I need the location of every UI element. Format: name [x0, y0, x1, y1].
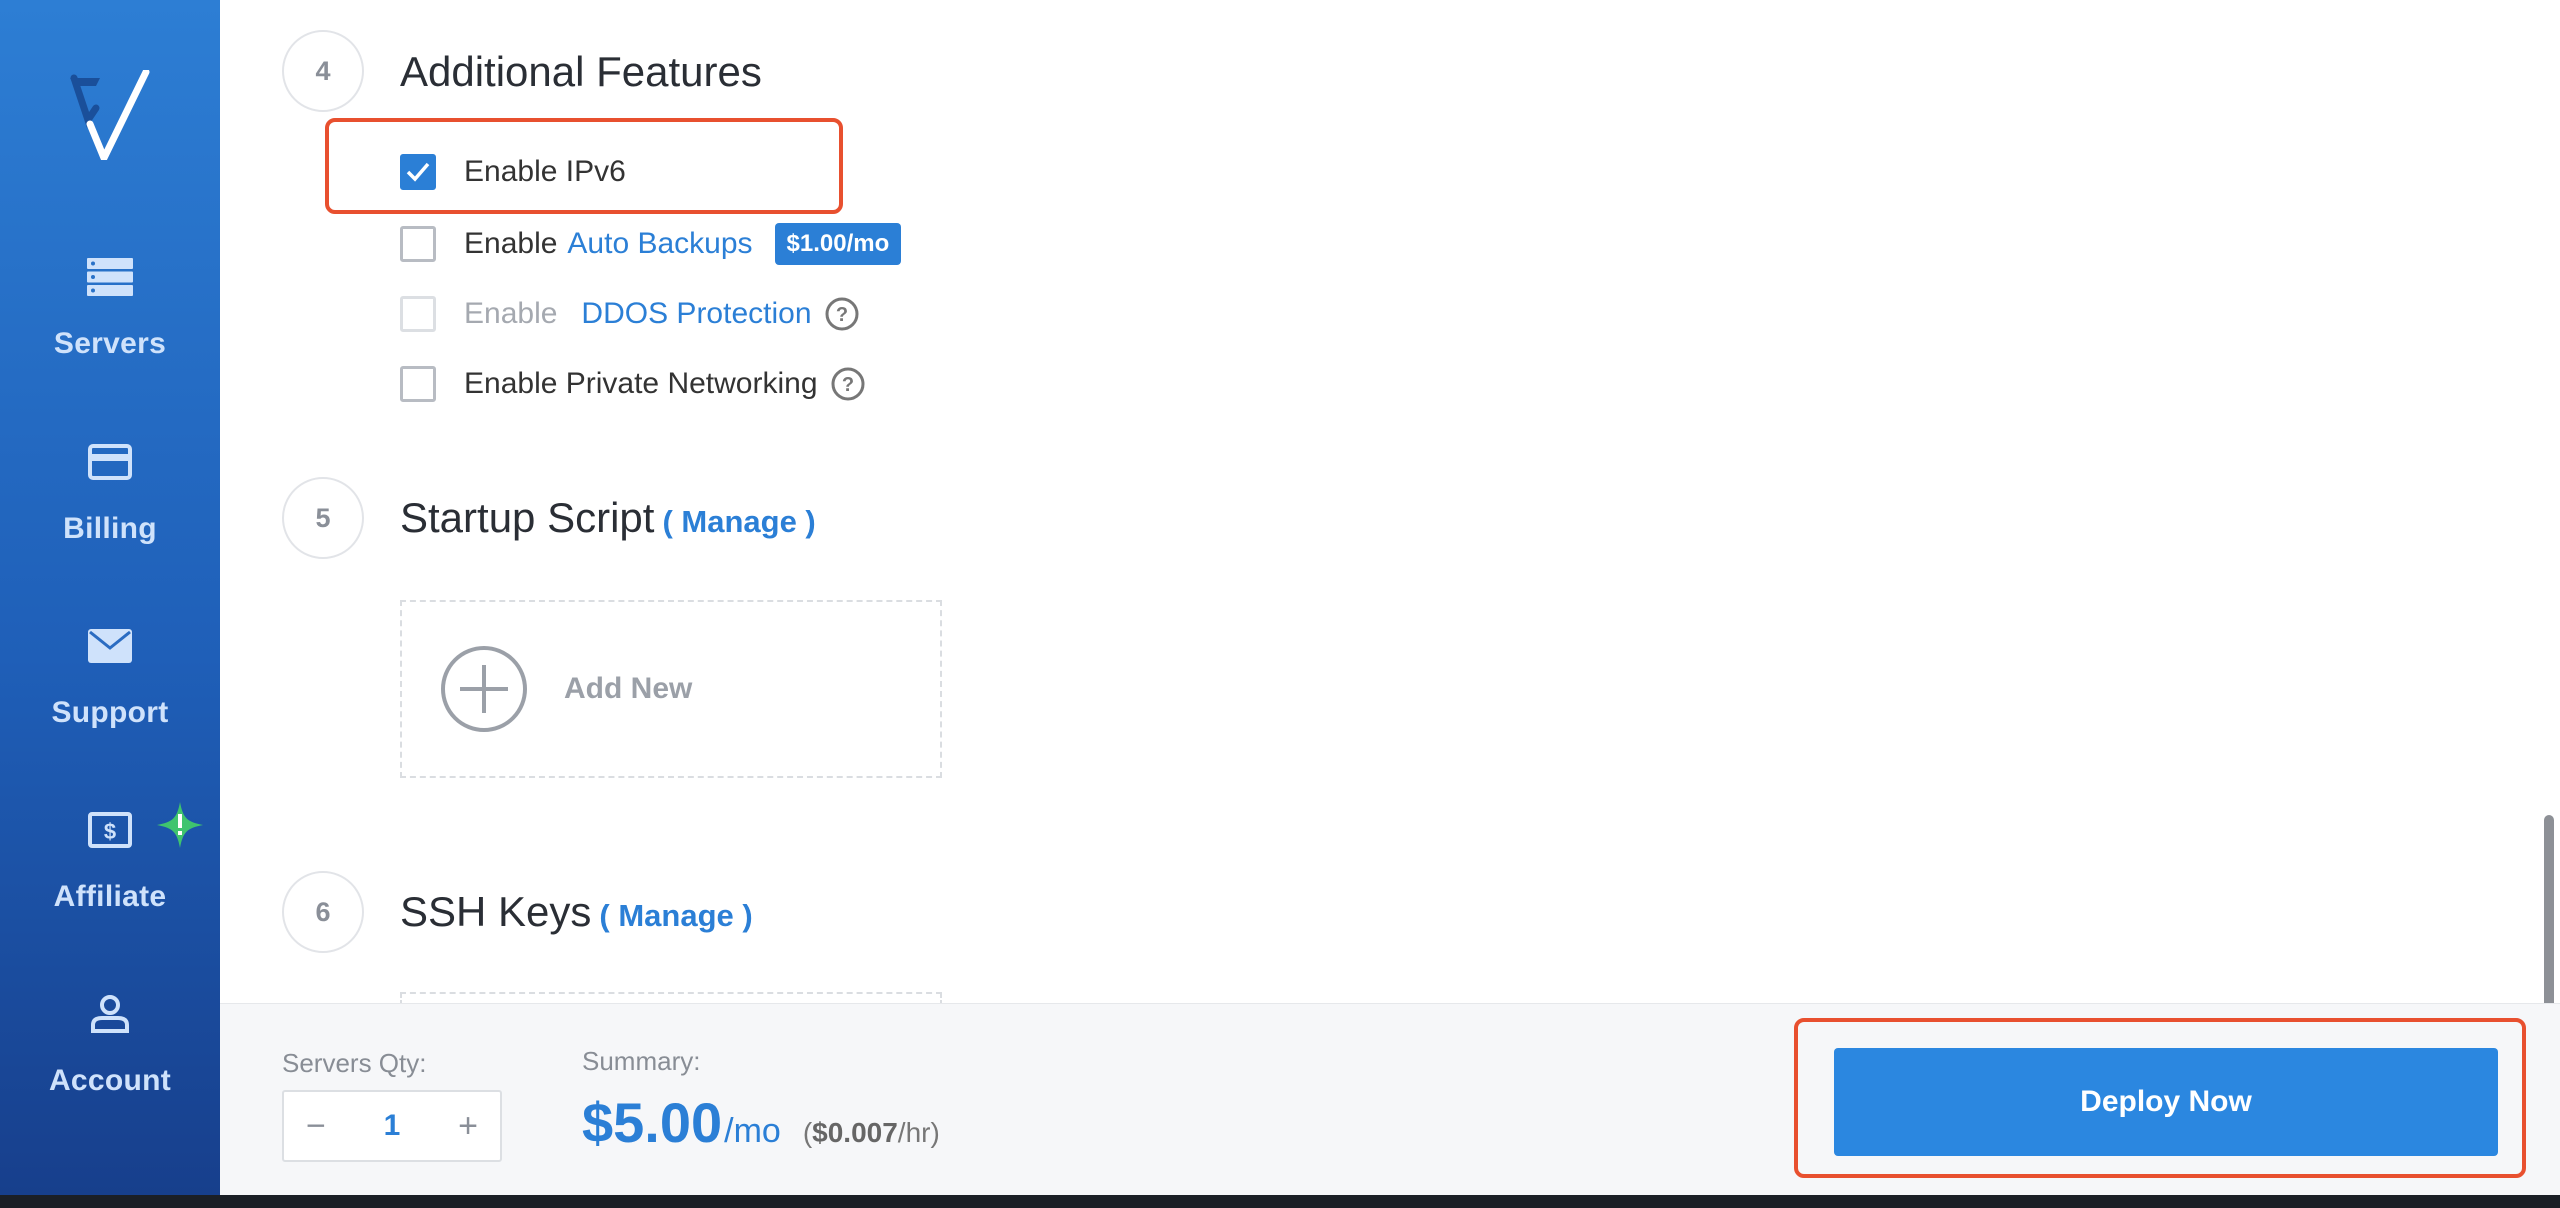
qty-increment-button[interactable]: +	[458, 1107, 478, 1146]
user-icon	[86, 990, 134, 1038]
summary-price: $5.00 /mo ($0.007/hr)	[582, 1090, 940, 1155]
add-new-startup-script[interactable]: Add New	[400, 600, 942, 778]
option-label: Enable	[464, 297, 558, 330]
monthly-price: $5.00	[582, 1091, 723, 1154]
section-title-ssh-keys: SSH Keys( Manage )	[400, 888, 753, 936]
servers-icon	[86, 253, 134, 301]
qty-decrement-button[interactable]: −	[306, 1107, 326, 1146]
highlight-box-ipv6	[325, 118, 843, 214]
step-number: 4	[282, 30, 364, 112]
svg-text:$: $	[104, 819, 116, 844]
sidebar-item-label: Servers	[53, 327, 167, 360]
auto-backups-checkbox[interactable]	[400, 226, 436, 262]
help-icon[interactable]: ?	[830, 366, 866, 402]
ddos-checkbox[interactable]	[400, 296, 436, 332]
section-title-additional-features: Additional Features	[400, 48, 762, 95]
hourly-open: (	[802, 1117, 813, 1148]
dollar-icon: $	[86, 806, 134, 854]
plus-circle-icon	[441, 646, 527, 732]
summary-label: Summary:	[582, 1046, 701, 1076]
sidebar-item-label: Billing	[63, 512, 157, 545]
sidebar-item-label: Affiliate	[53, 880, 167, 913]
notification-badge-icon	[157, 802, 203, 848]
servers-qty-label: Servers Qty:	[282, 1048, 427, 1078]
sidebar-item-account[interactable]: Account	[0, 972, 220, 1112]
manage-startup-scripts-link[interactable]: ( Manage )	[662, 504, 815, 539]
servers-qty-stepper[interactable]: − 1 +	[282, 1090, 502, 1162]
sidebar: Servers Billing Support $ Affiliate Acco…	[0, 0, 220, 1195]
sidebar-item-billing[interactable]: Billing	[0, 420, 220, 560]
hourly-close: /hr)	[897, 1117, 940, 1148]
price-badge: $1.00/mo	[774, 223, 902, 265]
hourly-price: ($0.007/hr)	[803, 1117, 940, 1149]
price-period: /mo	[724, 1112, 781, 1150]
section-title-startup-script: Startup Script( Manage )	[400, 494, 816, 542]
sidebar-item-servers[interactable]: Servers	[0, 235, 220, 375]
envelope-icon	[86, 622, 134, 670]
sidebar-item-label: Support	[51, 696, 169, 729]
step-number: 5	[282, 477, 364, 559]
option-ddos-protection[interactable]: Enable DDOS Protection ?	[400, 292, 860, 336]
option-label: Enable	[464, 227, 558, 260]
ddos-protection-link[interactable]: DDOS Protection	[581, 297, 811, 331]
option-label: Enable Private Networking	[464, 367, 818, 400]
highlight-box-deploy	[1794, 1018, 2526, 1178]
option-auto-backups[interactable]: Enable Auto Backups $1.00/mo	[400, 222, 902, 266]
manage-ssh-keys-link[interactable]: ( Manage )	[599, 898, 752, 933]
private-networking-checkbox[interactable]	[400, 366, 436, 402]
svg-text:?: ?	[841, 374, 853, 396]
svg-text:?: ?	[835, 304, 847, 326]
step-number: 6	[282, 871, 364, 953]
sidebar-item-label: Account	[48, 1064, 172, 1097]
add-new-label: Add New	[564, 672, 693, 705]
vultr-logo[interactable]	[66, 70, 152, 160]
section-title-text: Startup Script	[400, 494, 655, 541]
qty-value[interactable]: 1	[384, 1109, 401, 1143]
hourly-value: $0.007	[812, 1117, 898, 1148]
help-icon[interactable]: ?	[824, 296, 860, 332]
option-private-networking[interactable]: Enable Private Networking ?	[400, 362, 866, 406]
credit-card-icon	[86, 438, 134, 486]
section-title-text: SSH Keys	[400, 888, 592, 935]
sidebar-item-support[interactable]: Support	[0, 604, 220, 744]
auto-backups-link[interactable]: Auto Backups	[567, 227, 752, 261]
